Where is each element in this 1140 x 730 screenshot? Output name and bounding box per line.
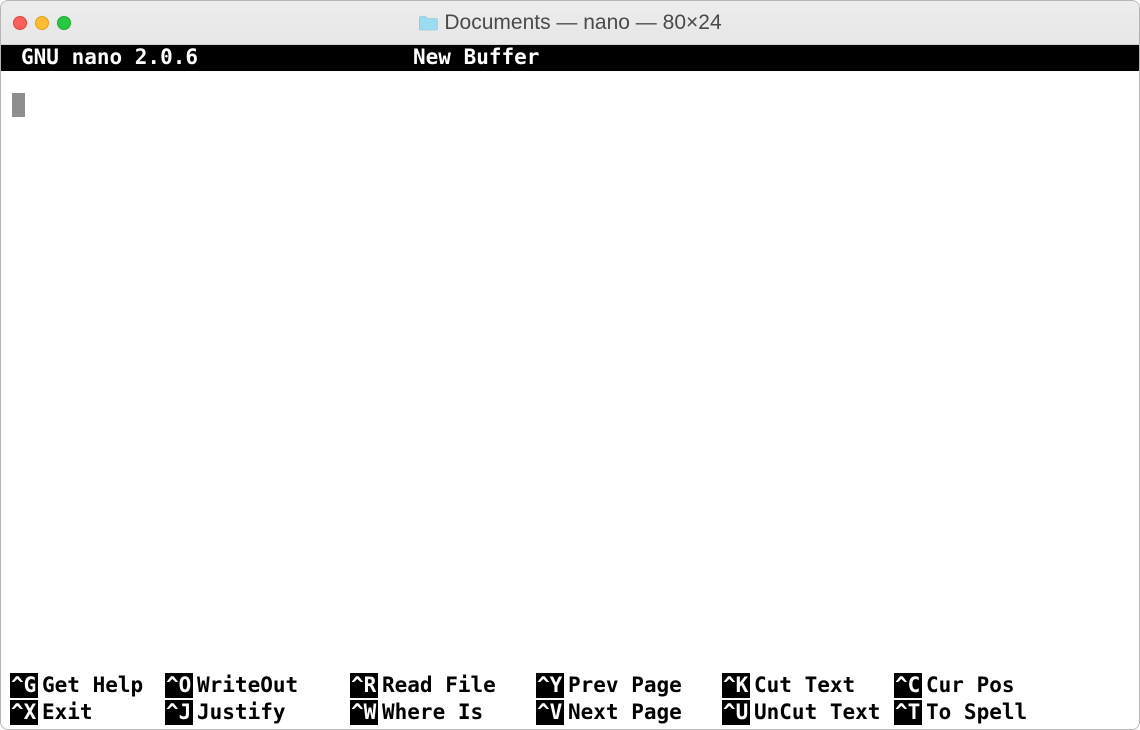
folder-icon (418, 15, 438, 31)
shortcut-key: ^R (350, 673, 378, 698)
shortcut-justify[interactable]: ^J Justify (165, 700, 350, 725)
titlebar[interactable]: Documents — nano — 80×24 (1, 1, 1139, 45)
shortcut-key: ^U (722, 700, 750, 725)
shortcut-key: ^T (894, 700, 922, 725)
text-cursor (12, 93, 25, 117)
shortcut-key: ^C (894, 673, 922, 698)
shortcut-label: Cur Pos (922, 673, 1015, 698)
editor-area[interactable] (1, 71, 1139, 669)
nano-buffer-title: New Buffer (413, 45, 539, 70)
shortcut-key: ^Y (536, 673, 564, 698)
close-button[interactable] (13, 16, 27, 30)
shortcut-prev-page[interactable]: ^Y Prev Page (536, 673, 722, 698)
nano-title-bar: GNU nano 2.0.6 New Buffer (1, 45, 1139, 71)
shortcut-label: Justify (193, 700, 286, 725)
nano-app-title: GNU nano 2.0.6 (21, 45, 198, 70)
minimize-button[interactable] (35, 16, 49, 30)
shortcut-exit[interactable]: ^X Exit (10, 700, 165, 725)
shortcut-key: ^V (536, 700, 564, 725)
shortcut-key: ^O (165, 673, 193, 698)
shortcut-to-spell[interactable]: ^T To Spell (894, 700, 1066, 725)
shortcut-next-page[interactable]: ^V Next Page (536, 700, 722, 725)
shortcut-key: ^W (350, 700, 378, 725)
shortcut-label: UnCut Text (750, 700, 880, 725)
shortcut-uncut-text[interactable]: ^U UnCut Text (722, 700, 894, 725)
shortcut-label: Read File (378, 673, 496, 698)
shortcut-get-help[interactable]: ^G Get Help (10, 673, 165, 698)
terminal-content[interactable]: GNU nano 2.0.6 New Buffer ^G Get Help ^O… (1, 45, 1139, 729)
shortcut-where-is[interactable]: ^W Where Is (350, 700, 536, 725)
shortcut-key: ^X (10, 700, 38, 725)
shortcut-key: ^K (722, 673, 750, 698)
shortcut-label: Next Page (564, 700, 682, 725)
maximize-button[interactable] (57, 16, 71, 30)
shortcut-cur-pos[interactable]: ^C Cur Pos (894, 673, 1066, 698)
shortcut-cut-text[interactable]: ^K Cut Text (722, 673, 894, 698)
shortcut-label: Exit (38, 700, 93, 725)
shortcut-label: Where Is (378, 700, 483, 725)
shortcut-label: WriteOut (193, 673, 298, 698)
shortcut-key: ^J (165, 700, 193, 725)
shortcut-label: Prev Page (564, 673, 682, 698)
shortcut-label: Get Help (38, 673, 143, 698)
shortcut-key: ^G (10, 673, 38, 698)
shortcut-label: To Spell (922, 700, 1027, 725)
shortcut-bar: ^G Get Help ^O WriteOut ^R Read File ^Y … (10, 672, 1130, 726)
terminal-window: Documents — nano — 80×24 GNU nano 2.0.6 … (0, 0, 1140, 730)
shortcut-label: Cut Text (750, 673, 855, 698)
shortcut-row-1: ^G Get Help ^O WriteOut ^R Read File ^Y … (10, 672, 1130, 699)
window-controls (13, 16, 71, 30)
shortcut-row-2: ^X Exit ^J Justify ^W Where Is ^V Next P… (10, 699, 1130, 726)
window-title-area: Documents — nano — 80×24 (418, 11, 721, 35)
shortcut-writeout[interactable]: ^O WriteOut (165, 673, 350, 698)
window-title: Documents — nano — 80×24 (444, 11, 721, 35)
shortcut-read-file[interactable]: ^R Read File (350, 673, 536, 698)
